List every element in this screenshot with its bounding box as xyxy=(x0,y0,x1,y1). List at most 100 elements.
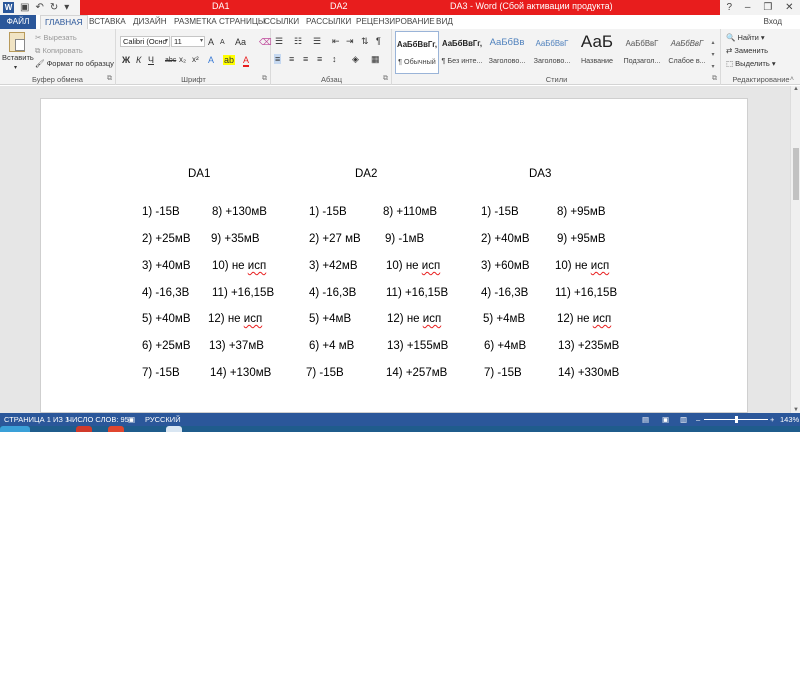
grow-font-button[interactable]: A xyxy=(208,37,214,47)
spelling-error-word[interactable]: исп xyxy=(591,260,609,272)
styles-launcher-icon[interactable]: ⧉ xyxy=(712,75,717,83)
zoom-in-button[interactable]: + xyxy=(770,413,774,426)
minimize-button[interactable]: – xyxy=(745,2,751,13)
shrink-font-button[interactable]: A xyxy=(220,38,225,48)
value-cell: 14) +130мВ xyxy=(210,367,272,379)
language-indicator[interactable]: РУССКИЙ xyxy=(145,413,181,426)
tab-mailings[interactable]: РАССЫЛКИ xyxy=(306,15,351,29)
paste-dropdown-icon[interactable]: ▾ xyxy=(14,63,17,73)
taskbar-app-icon[interactable] xyxy=(0,426,30,432)
multilevel-list-icon[interactable]: ☰ xyxy=(313,36,321,46)
spelling-error-word[interactable]: исп xyxy=(423,313,441,325)
close-button[interactable]: ✕ xyxy=(785,2,793,13)
borders-icon[interactable]: ▦ xyxy=(371,54,380,64)
window-tab-da1[interactable]: DA1 xyxy=(212,1,230,11)
tab-insert[interactable]: ВСТАВКА xyxy=(89,15,126,29)
bullets-icon[interactable]: ☰ xyxy=(275,36,283,46)
font-color-icon[interactable]: A xyxy=(243,55,250,67)
change-case-button[interactable]: Aa xyxy=(235,37,246,47)
underline-button[interactable]: Ч xyxy=(148,55,154,65)
align-center-icon[interactable]: ≡ xyxy=(289,54,294,64)
sign-in-link[interactable]: Вход xyxy=(763,15,782,29)
scroll-up-icon[interactable]: ▲ xyxy=(791,86,800,92)
text-effects-icon[interactable]: A xyxy=(208,55,214,65)
restore-button[interactable]: ❐ xyxy=(763,2,772,13)
collapse-ribbon-icon[interactable]: ˄ xyxy=(790,76,794,83)
highlight-icon[interactable]: ab xyxy=(223,55,236,65)
word-count[interactable]: ЧИСЛО СЛОВ: 95 xyxy=(67,413,129,426)
clipboard-launcher-icon[interactable]: ⧉ xyxy=(107,75,112,83)
font-launcher-icon[interactable]: ⧉ xyxy=(262,75,267,83)
spelling-error-word[interactable]: исп xyxy=(244,313,262,325)
clear-formatting-icon[interactable]: ⌫ xyxy=(259,37,272,47)
format-painter-button[interactable]: 🖌 Формат по образцу xyxy=(35,59,114,69)
read-mode-icon[interactable]: ▤ xyxy=(642,413,649,426)
line-spacing-icon[interactable]: ↕ xyxy=(332,54,337,64)
increase-indent-icon[interactable]: ⇥ xyxy=(346,36,354,46)
window-tab-da2[interactable]: DA2 xyxy=(330,1,348,11)
redo-icon[interactable]: ↻ xyxy=(50,0,58,15)
copy-button[interactable]: ⧉ Копировать xyxy=(35,46,83,56)
font-name-input[interactable]: Calibri (Осно ▾ xyxy=(120,36,170,47)
taskbar-app-icon[interactable] xyxy=(166,426,182,432)
zoom-out-button[interactable]: – xyxy=(696,413,700,426)
justify-icon[interactable]: ≡ xyxy=(317,54,322,64)
print-layout-icon[interactable]: ▣ xyxy=(662,413,669,426)
shading-icon[interactable]: ◈ xyxy=(352,54,359,64)
customize-qat-icon[interactable]: ▾ xyxy=(64,0,69,15)
page-count[interactable]: СТРАНИЦА 1 ИЗ 1 xyxy=(4,413,69,426)
spelling-error-word[interactable]: исп xyxy=(248,260,266,272)
help-button[interactable]: ? xyxy=(726,2,732,13)
style-heading-2[interactable]: АаБбВвГ Заголово... xyxy=(530,31,574,74)
web-layout-icon[interactable]: ▥ xyxy=(680,413,687,426)
subscript-button[interactable]: x₂ xyxy=(179,55,186,65)
tab-design[interactable]: ДИЗАЙН xyxy=(133,15,167,29)
show-marks-button[interactable]: ¶ xyxy=(376,36,381,46)
undo-icon[interactable]: ↶ xyxy=(35,0,43,15)
sort-icon[interactable]: ⇅ xyxy=(361,36,369,46)
taskbar-app-icon[interactable] xyxy=(108,426,124,432)
value-cell: 9) +35мВ xyxy=(211,233,260,245)
proofing-icon[interactable]: ▣ xyxy=(128,413,135,426)
cut-button[interactable]: ✂ Вырезать xyxy=(35,33,77,43)
status-bar: СТРАНИЦА 1 ИЗ 1 ЧИСЛО СЛОВ: 95 ▣ РУССКИЙ… xyxy=(0,413,800,426)
save-icon[interactable]: ▣ xyxy=(20,0,29,15)
align-right-icon[interactable]: ≡ xyxy=(303,54,308,64)
scroll-thumb[interactable] xyxy=(793,148,799,200)
tab-file[interactable]: ФАЙЛ xyxy=(0,15,36,29)
zoom-level[interactable]: 143% xyxy=(780,413,799,426)
italic-button[interactable]: К xyxy=(136,55,141,65)
numbering-icon[interactable]: ☷ xyxy=(294,36,302,46)
align-left-icon[interactable]: ≡ xyxy=(274,54,282,64)
find-button[interactable]: 🔍 Найти ▾ xyxy=(726,33,765,43)
style-normal[interactable]: АаБбВвГг, ¶ Обычный xyxy=(395,31,439,74)
style-heading-1[interactable]: АаБбВв Заголово... xyxy=(485,31,529,74)
paragraph-launcher-icon[interactable]: ⧉ xyxy=(383,75,388,83)
style-subtitle[interactable]: АаБбВвГ Подзагол... xyxy=(620,31,664,74)
strikethrough-button[interactable]: abc xyxy=(165,56,176,66)
paste-icon[interactable] xyxy=(9,32,25,52)
style-subtle-emphasis[interactable]: АаБбВвГ Слабое в... xyxy=(665,31,709,74)
zoom-slider-thumb[interactable] xyxy=(735,416,738,423)
tab-layout[interactable]: РАЗМЕТКА СТРАНИЦЫ xyxy=(174,15,265,29)
paste-button[interactable]: Вставить xyxy=(2,53,34,63)
style-title[interactable]: АаБ Название xyxy=(575,31,619,74)
font-size-input[interactable]: 11 ▾ xyxy=(171,36,205,47)
vertical-scrollbar[interactable]: ▲ ▼ xyxy=(790,86,800,413)
select-button[interactable]: ⬚ Выделить ▾ xyxy=(726,59,776,69)
taskbar-app-icon[interactable] xyxy=(76,426,92,432)
spelling-error-word[interactable]: исп xyxy=(593,313,611,325)
replace-button[interactable]: ⇄ Заменить xyxy=(726,46,768,56)
tab-references[interactable]: ССЫЛКИ xyxy=(264,15,299,29)
bold-button[interactable]: Ж xyxy=(122,55,130,65)
tab-view[interactable]: ВИД xyxy=(436,15,453,29)
style-no-spacing[interactable]: АаБбВвГг, ¶ Без инте... xyxy=(440,31,484,74)
tab-review[interactable]: РЕЦЕНЗИРОВАНИЕ xyxy=(356,15,435,29)
style-name: Заголово... xyxy=(488,56,526,65)
tab-home[interactable]: ГЛАВНАЯ xyxy=(40,15,88,29)
styles-gallery-scroll[interactable]: ▴ ▾ ▾ xyxy=(709,37,717,73)
decrease-indent-icon[interactable]: ⇤ xyxy=(332,36,340,46)
superscript-button[interactable]: x² xyxy=(192,55,199,65)
spelling-error-word[interactable]: исп xyxy=(422,260,440,272)
document-page[interactable]: DA1 DA2 DA3 1) -15В 2) +25мВ 3) +40мВ 4) -1… xyxy=(40,98,748,413)
